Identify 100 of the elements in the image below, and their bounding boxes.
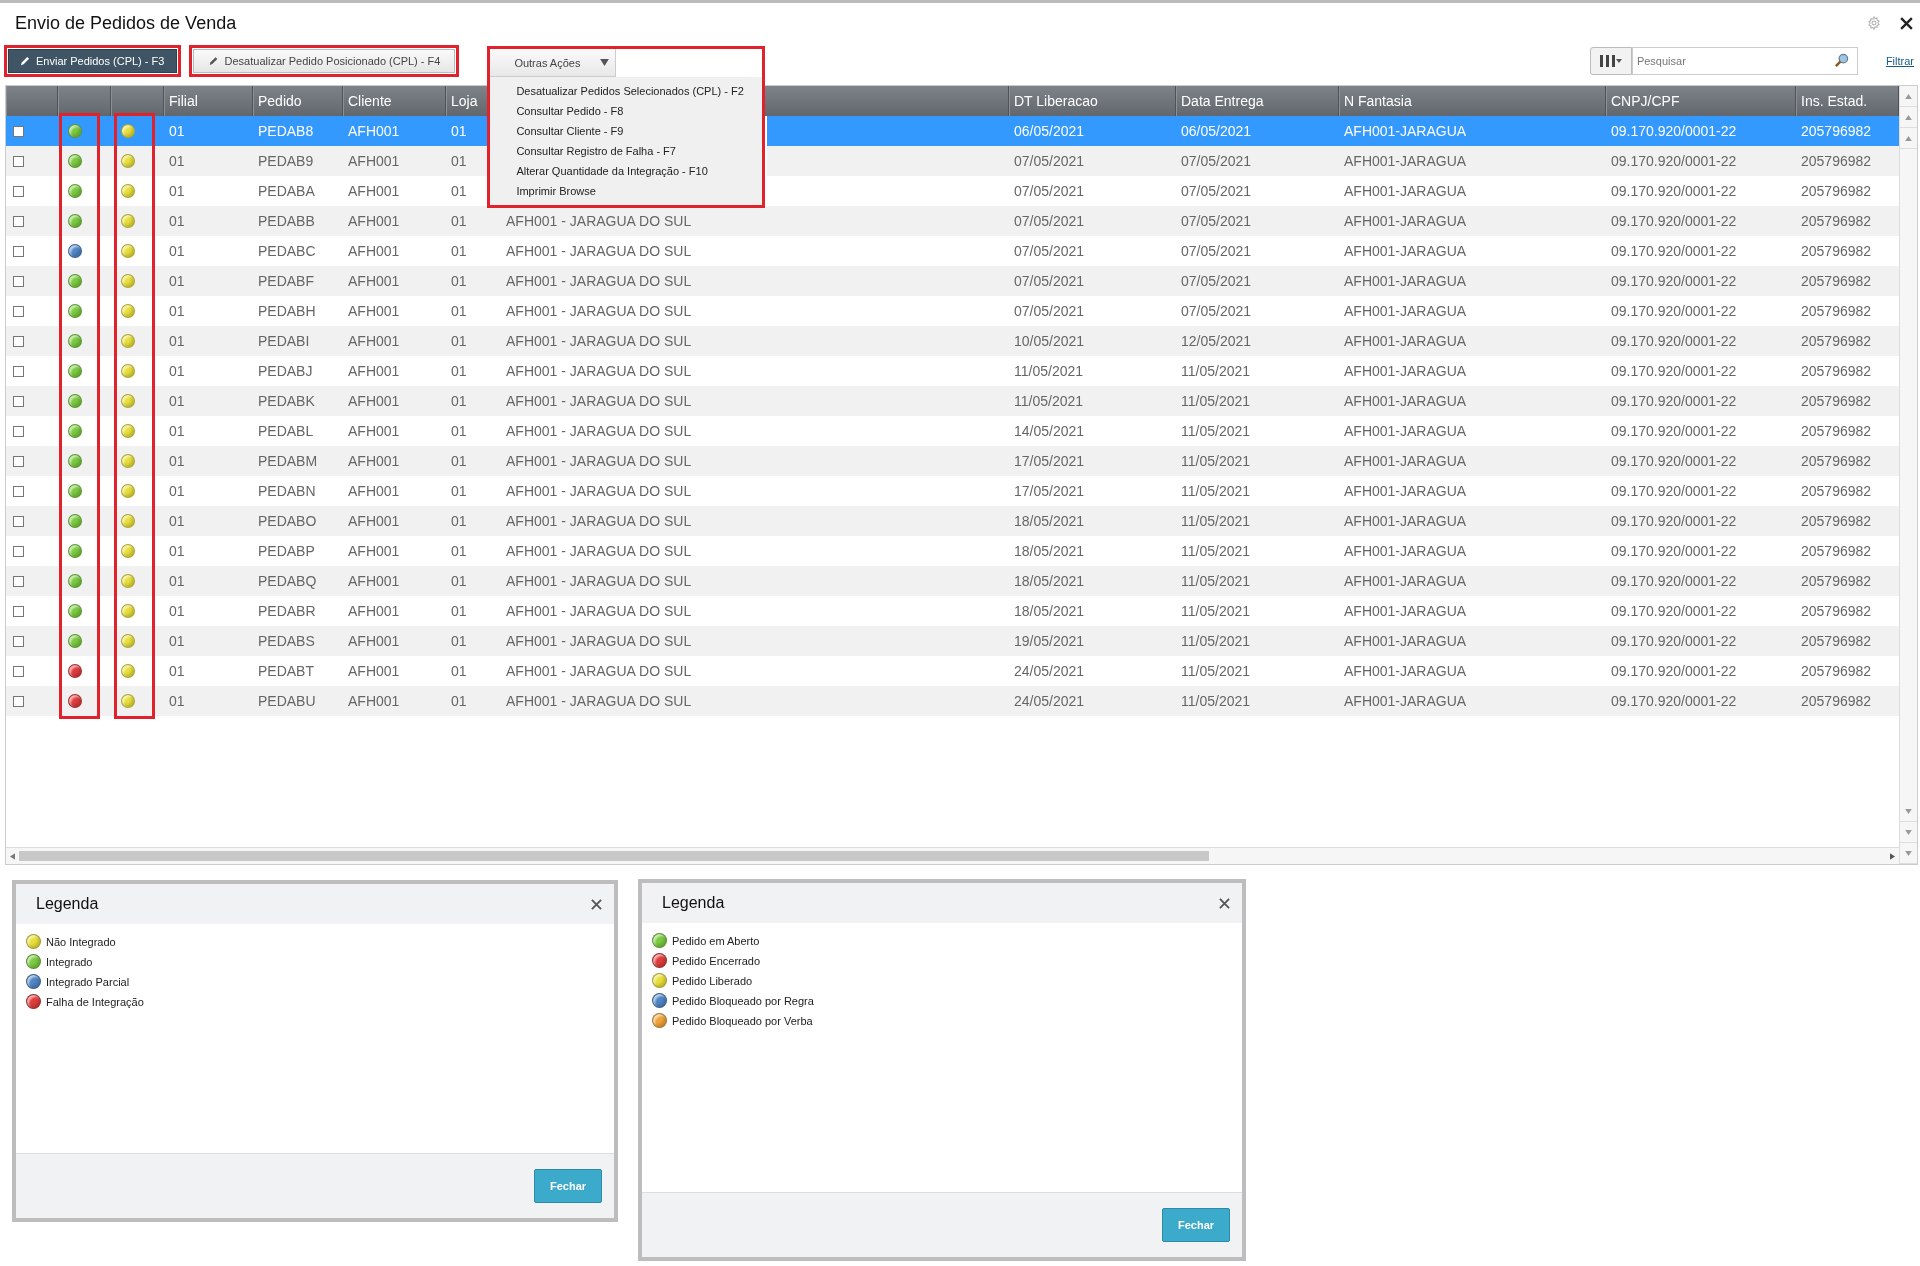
dialog-title: Legenda [36,895,99,913]
legend-label: Pedido Bloqueado por Regra [672,994,814,1007]
checkbox[interactable] [13,155,24,167]
checkbox[interactable] [13,545,24,557]
vertical-scrollbar[interactable] [1899,86,1917,864]
checkbox[interactable] [13,215,24,227]
checkbox[interactable] [13,485,24,497]
table-cell: 01 [446,686,501,716]
checkbox[interactable] [13,605,24,617]
table-cell: 205796982 [1796,206,1899,236]
table-cell: 01 [446,506,501,536]
checkbox[interactable] [13,575,24,587]
checkbox[interactable] [13,125,24,137]
checkbox[interactable] [13,245,24,257]
table-cell: PEDABK [253,386,343,416]
checkbox[interactable] [13,365,24,377]
legend-label: Pedido Liberado [672,974,753,987]
scroll-down-icon[interactable] [1905,850,1912,856]
scroll-right-icon[interactable] [1890,852,1895,860]
table-cell: 09.170.920/0001-22 [1606,506,1796,536]
checkbox[interactable] [13,335,24,347]
table-cell: 09.170.920/0001-22 [1606,386,1796,416]
table-cell: 17/05/2021 [1009,446,1176,476]
table-cell: 07/05/2021 [1009,206,1176,236]
table-cell[interactable] [6,326,58,356]
table-cell[interactable] [6,506,58,536]
table-cell: 11/05/2021 [1009,386,1176,416]
table-cell: 205796982 [1796,146,1899,176]
close-button[interactable]: Fechar [534,1169,602,1203]
scroll-up-icon[interactable] [1905,135,1912,141]
table-cell: 01 [446,326,501,356]
table-cell: 01 [164,116,253,146]
close-button[interactable]: Fechar [1162,1208,1230,1242]
checkbox[interactable] [13,455,24,467]
table-cell[interactable] [6,686,58,716]
checkbox[interactable] [13,425,24,437]
table-cell: AFH001-JARAGUA [1339,146,1606,176]
checkbox[interactable] [13,305,24,317]
table-cell: 18/05/2021 [1009,506,1176,536]
columns-button[interactable] [1589,47,1632,75]
table-cell: AFH001 [343,686,446,716]
checkbox[interactable] [13,395,24,407]
table-cell[interactable] [6,146,58,176]
table-cell: AFH001 - JARAGUA DO SUL [501,686,1009,716]
filter-link[interactable]: Filtrar [1885,55,1914,67]
scroll-down-icon[interactable] [1905,829,1912,835]
search-icon[interactable] [1833,53,1849,68]
legend-label: Pedido Encerrado [672,954,761,967]
table-cell: 205796982 [1796,116,1899,146]
horizontal-scrollbar[interactable] [6,847,1899,864]
table-cell: AFH001 [343,446,446,476]
table-cell: AFH001 - JARAGUA DO SUL [501,566,1009,596]
checkbox[interactable] [13,185,24,197]
scroll-left-icon[interactable] [10,852,15,860]
checkbox[interactable] [13,515,24,527]
table-cell: 24/05/2021 [1009,686,1176,716]
table-cell: AFH001 [343,386,446,416]
table-cell: AFH001-JARAGUA [1339,326,1606,356]
table-cell[interactable] [6,386,58,416]
more-actions-button[interactable]: Outras Ações [490,49,617,77]
table-cell: AFH001-JARAGUA [1339,506,1606,536]
table-cell: AFH001 [343,116,446,146]
checkbox[interactable] [13,275,24,287]
legend-label: Não Integrado [46,935,116,948]
table-cell: 11/05/2021 [1176,566,1339,596]
table-cell: 09.170.920/0001-22 [1606,686,1796,716]
table-cell: AFH001 [343,206,446,236]
legend-label: Falha de Integração [46,995,144,1008]
close-icon[interactable] [591,898,602,910]
close-icon[interactable] [1899,15,1914,31]
table-cell: 07/05/2021 [1176,146,1339,176]
scroll-up-icon[interactable] [1905,93,1912,99]
table-cell: 09.170.920/0001-22 [1606,626,1796,656]
table-cell: 01 [446,206,501,236]
checkbox[interactable] [13,665,24,677]
table-cell: 205796982 [1796,566,1899,596]
table-cell[interactable] [6,266,58,296]
table-cell: 07/05/2021 [1009,146,1176,176]
table-cell: PEDAB8 [253,116,343,146]
table-cell[interactable] [6,626,58,656]
close-icon[interactable] [1219,897,1230,909]
toolbar-button[interactable]: Desatualizar Pedido Posicionado (CPL) - F4 [193,49,456,73]
table-cell: 12/05/2021 [1176,326,1339,356]
scroll-up-icon[interactable] [1905,114,1912,120]
table-cell: 09.170.920/0001-22 [1606,566,1796,596]
toolbar-button[interactable]: Enviar Pedidos (CPL) - F3 [8,49,178,73]
checkbox[interactable] [13,635,24,647]
table-cell: 07/05/2021 [1176,206,1339,236]
table-cell[interactable] [6,206,58,236]
table-cell[interactable] [6,446,58,476]
legend-label: Integrado Parcial [46,975,130,988]
table-cell[interactable] [6,566,58,596]
table-cell: 01 [164,146,253,176]
table-cell: AFH001-JARAGUA [1339,446,1606,476]
table-cell: AFH001 - JARAGUA DO SUL [501,206,1009,236]
table-cell: 11/05/2021 [1176,386,1339,416]
table-cell[interactable] [6,116,58,146]
search-field[interactable]: Pesquisar [1631,47,1858,75]
scroll-down-icon[interactable] [1905,808,1912,814]
checkbox[interactable] [13,695,24,707]
